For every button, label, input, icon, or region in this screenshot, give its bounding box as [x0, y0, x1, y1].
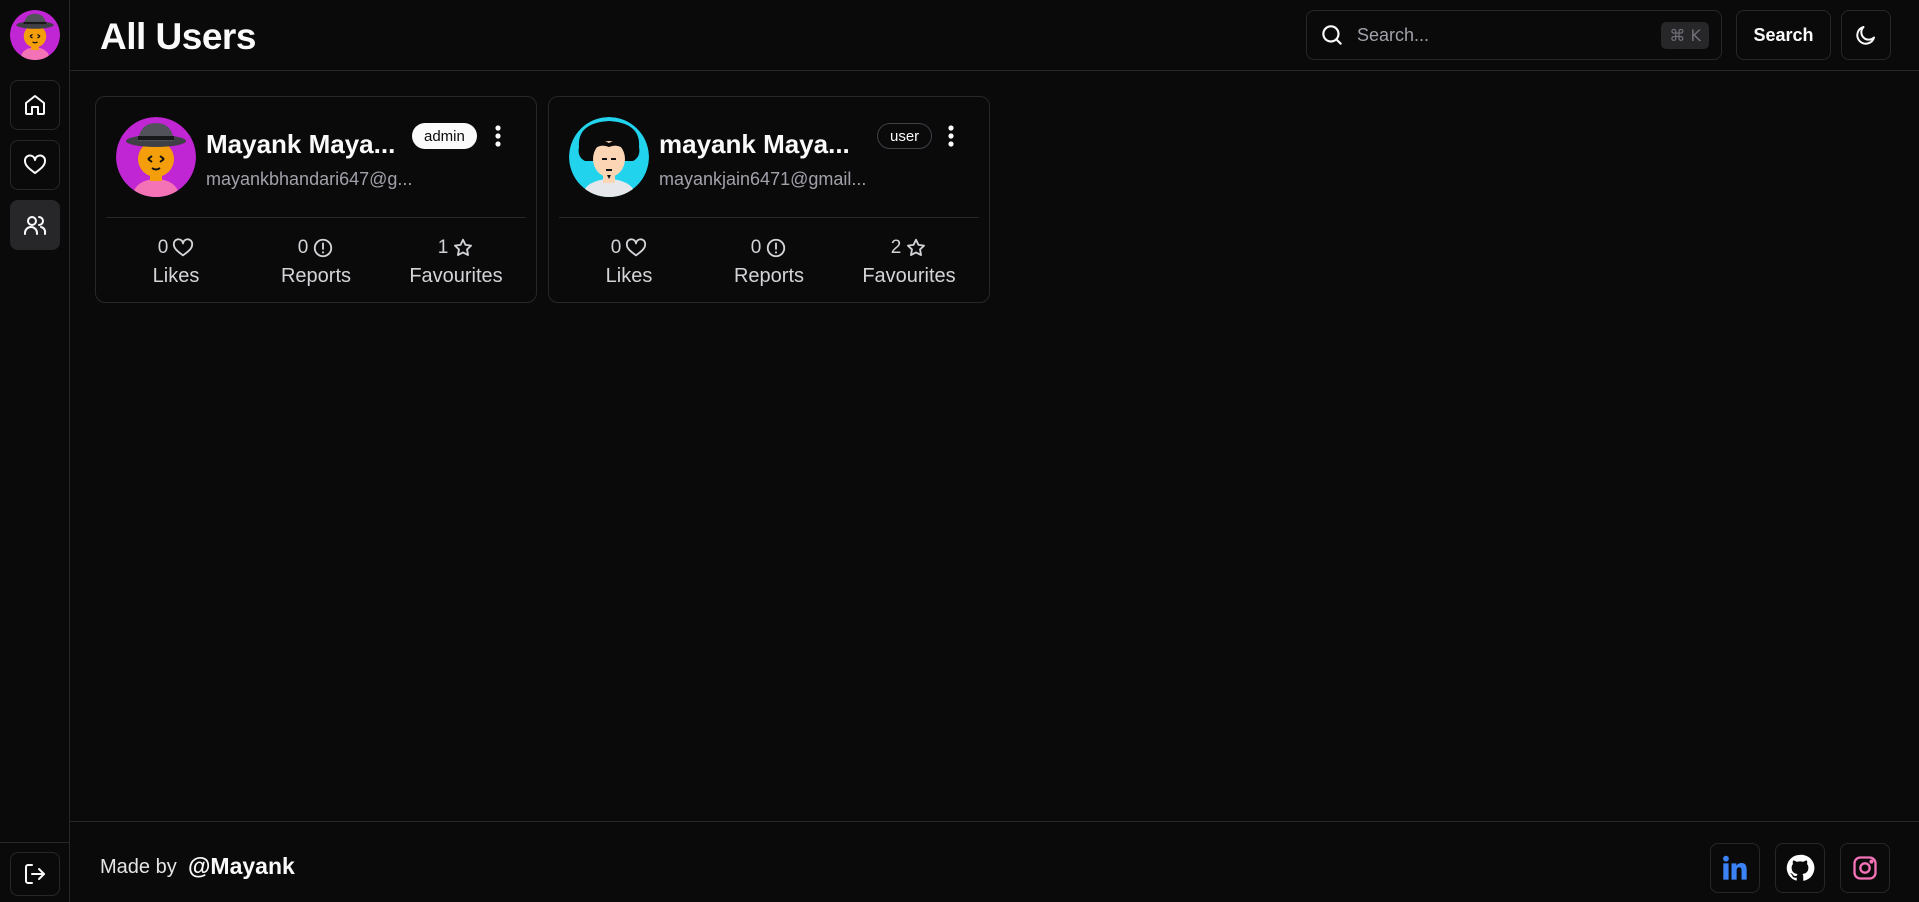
- sidebar-item-favorites[interactable]: [10, 140, 60, 190]
- heart-icon: [173, 238, 194, 257]
- logout-icon: [25, 864, 45, 884]
- reports-count: 0: [750, 237, 762, 258]
- current-user-avatar[interactable]: [10, 10, 60, 60]
- sidebar-item-home[interactable]: [10, 80, 60, 130]
- star-icon: [907, 238, 926, 256]
- heart-icon: [24, 154, 46, 174]
- more-options-button[interactable]: [941, 121, 961, 151]
- sidebar-item-users[interactable]: [10, 200, 60, 250]
- alert-circle-icon: [314, 238, 333, 258]
- likes-count: 0: [157, 237, 169, 258]
- github-button[interactable]: [1775, 843, 1825, 893]
- alert-circle-icon: [767, 238, 786, 258]
- likes-stat[interactable]: 0 Likes: [559, 235, 699, 288]
- reports-label: Reports: [280, 265, 352, 287]
- user-name: mayank Maya...: [659, 129, 850, 159]
- reports-label: Reports: [733, 265, 805, 287]
- favourites-label: Favourites: [862, 265, 956, 287]
- avatar[interactable]: [569, 117, 649, 197]
- page-title: All Users: [100, 16, 256, 57]
- linkedin-button[interactable]: [1710, 843, 1760, 893]
- instagram-icon: [1853, 856, 1877, 880]
- footer: Made by @Mayank: [70, 821, 1919, 902]
- favourites-label: Favourites: [409, 265, 503, 287]
- made-by-text: Made by: [100, 856, 177, 878]
- favourites-stat[interactable]: 2 Favourites: [839, 235, 979, 288]
- top-bar: All Users ⌘ K Search: [70, 0, 1919, 71]
- user-card: Mayank Maya... mayankbhandari647@g... ad…: [95, 96, 537, 303]
- sidebar: [0, 0, 70, 902]
- instagram-button[interactable]: [1840, 843, 1890, 893]
- more-vertical-icon: [948, 125, 954, 147]
- more-options-button[interactable]: [488, 121, 508, 151]
- user-card: mayank Maya... mayankjain6471@gmail... u…: [548, 96, 990, 303]
- author-link[interactable]: @Mayank: [188, 853, 295, 880]
- logout-button[interactable]: [10, 852, 60, 896]
- role-badge: user: [877, 123, 933, 149]
- search-input[interactable]: [1357, 24, 1662, 46]
- reports-stat[interactable]: 0 Reports: [699, 235, 839, 288]
- theme-toggle-button[interactable]: [1841, 10, 1891, 60]
- likes-stat[interactable]: 0 Likes: [106, 235, 246, 288]
- linkedin-icon: [1723, 855, 1747, 880]
- reports-stat[interactable]: 0 Reports: [246, 235, 386, 288]
- user-name: Mayank Maya...: [206, 129, 396, 159]
- favourites-count: 1: [437, 237, 449, 258]
- favourites-count: 2: [890, 237, 902, 258]
- more-vertical-icon: [495, 125, 501, 147]
- user-email: mayankbhandari647@g...: [206, 169, 413, 189]
- search-box[interactable]: ⌘ K: [1306, 10, 1722, 60]
- favourites-stat[interactable]: 1 Favourites: [386, 235, 526, 288]
- likes-label: Likes: [152, 265, 200, 287]
- reports-count: 0: [297, 237, 309, 258]
- home-icon: [25, 95, 45, 115]
- avatar[interactable]: [116, 117, 196, 197]
- likes-label: Likes: [605, 265, 653, 287]
- github-icon: [1786, 854, 1815, 881]
- sidebar-divider: [0, 842, 70, 843]
- star-icon: [454, 238, 473, 256]
- users-icon: [24, 216, 47, 235]
- user-email: mayankjain6471@gmail...: [659, 169, 867, 189]
- likes-count: 0: [610, 237, 622, 258]
- moon-icon: [1856, 26, 1875, 45]
- card-divider: [559, 217, 979, 218]
- search-button[interactable]: Search: [1736, 10, 1831, 60]
- search-icon: [1322, 25, 1342, 45]
- shortcut-hint: ⌘ K: [1661, 21, 1709, 49]
- heart-icon: [626, 238, 647, 257]
- role-badge: admin: [412, 123, 477, 149]
- card-divider: [106, 217, 526, 218]
